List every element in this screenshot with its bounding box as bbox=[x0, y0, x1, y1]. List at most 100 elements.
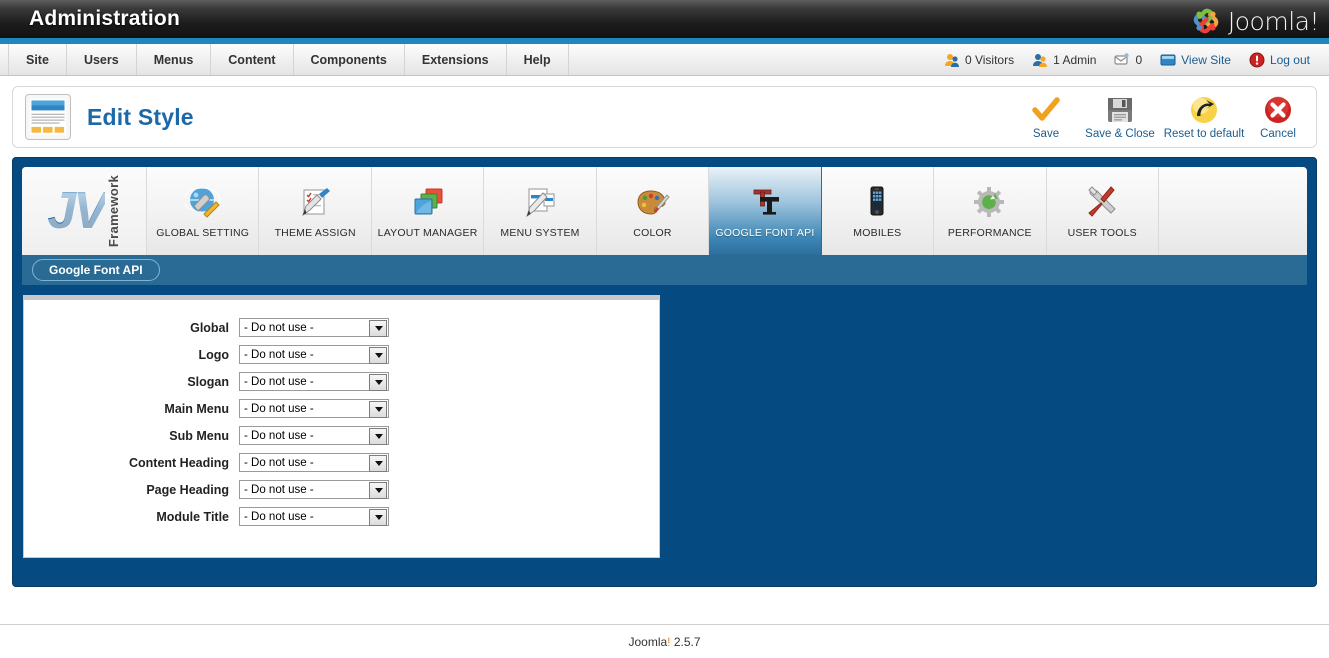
subtab-label: Google Font API bbox=[49, 263, 143, 277]
subtab-google-font-api[interactable]: Google Font API bbox=[32, 259, 160, 281]
tab-global-setting[interactable]: GLOBAL SETTING bbox=[147, 167, 260, 255]
status-bar-group: 0 Visitors 1 Admin 0 View Site Log out bbox=[937, 44, 1329, 75]
label-sub-menu: Sub Menu bbox=[169, 428, 229, 443]
field-global[interactable]: - Do not use - bbox=[239, 318, 389, 337]
typography-tt-icon bbox=[753, 189, 779, 215]
main-content-region: JV Framework GLOBAL SETTING THEME ASSIGN… bbox=[0, 148, 1329, 587]
menu-item-menus[interactable]: Menus bbox=[137, 44, 212, 75]
status-label: 0 Visitors bbox=[964, 52, 1015, 67]
field-logo[interactable]: - Do not use - bbox=[239, 345, 389, 364]
menu-label: Components bbox=[310, 52, 387, 67]
stacked-windows-icon bbox=[414, 188, 443, 214]
field-sub-menu[interactable]: - Do not use - bbox=[239, 426, 389, 445]
toolbar-label: Save & Close bbox=[1085, 128, 1155, 140]
menu-item-content[interactable]: Content bbox=[211, 44, 294, 75]
reset-arrow-icon bbox=[1191, 97, 1217, 123]
footer-product: Joomla bbox=[628, 634, 668, 649]
joomla-logo-icon bbox=[1193, 8, 1219, 34]
palette-brush-icon bbox=[637, 189, 671, 215]
label-module-title: Module Title bbox=[156, 509, 229, 524]
select-wrapper: - Do not use - bbox=[239, 399, 389, 419]
checklist-pen-icon bbox=[302, 187, 331, 216]
menu-items-group: Site Users Menus Content Components Exte… bbox=[0, 44, 569, 75]
tab-label: MENU SYSTEM bbox=[500, 226, 580, 239]
menu-item-help[interactable]: Help bbox=[507, 44, 569, 75]
sub-tab-bar: Google Font API bbox=[22, 255, 1307, 285]
joomla-wordmark: Joomla! bbox=[1227, 6, 1320, 36]
tab-color[interactable]: COLOR bbox=[597, 167, 710, 255]
footer-version-text: Joomla! 2.5.7 bbox=[628, 635, 700, 649]
menu-item-extensions[interactable]: Extensions bbox=[405, 44, 507, 75]
form-row: Page Heading - Do not use - bbox=[24, 476, 659, 503]
status-view-site[interactable]: View Site bbox=[1153, 52, 1238, 68]
status-logout[interactable]: Log out bbox=[1242, 52, 1317, 68]
menu-item-site[interactable]: Site bbox=[8, 44, 67, 75]
select-wrapper: - Do not use - bbox=[239, 318, 389, 338]
label-main-menu: Main Menu bbox=[164, 401, 229, 416]
globe-wrench-icon bbox=[184, 186, 221, 218]
template-preview-icon bbox=[25, 94, 71, 140]
menu-label: Extensions bbox=[421, 52, 489, 67]
framework-tab-strip: JV Framework GLOBAL SETTING THEME ASSIGN… bbox=[22, 167, 1307, 255]
floppy-disk-icon bbox=[1108, 98, 1132, 122]
title-bar: Edit Style Save Save & Close Reset to de… bbox=[12, 86, 1317, 148]
logout-icon bbox=[1249, 52, 1265, 67]
tab-performance[interactable]: PERFORMANCE bbox=[934, 167, 1047, 255]
menu-pencil-icon bbox=[526, 187, 555, 217]
cancel-button[interactable]: Cancel bbox=[1246, 92, 1310, 142]
label-logo: Logo bbox=[198, 347, 229, 362]
field-main-menu[interactable]: - Do not use - bbox=[239, 399, 389, 418]
jv-logo-subtext: Framework bbox=[105, 174, 121, 248]
jv-framework-panel: JV Framework GLOBAL SETTING THEME ASSIGN… bbox=[12, 157, 1317, 587]
tab-mobiles[interactable]: MOBILES bbox=[822, 167, 935, 255]
menu-label: Help bbox=[523, 52, 551, 67]
status-label: 0 bbox=[1135, 52, 1143, 67]
field-slogan[interactable]: - Do not use - bbox=[239, 372, 389, 391]
reset-to-default-button[interactable]: Reset to default bbox=[1162, 92, 1246, 142]
tab-theme-assign[interactable]: THEME ASSIGN bbox=[259, 167, 372, 255]
tab-google-font-api[interactable]: GOOGLE FONT API bbox=[709, 167, 822, 255]
title-bar-region: Edit Style Save Save & Close Reset to de… bbox=[0, 76, 1329, 148]
status-admins: 1 Admin bbox=[1025, 52, 1103, 68]
joomla-brand-logo: Joomla! bbox=[1189, 4, 1320, 38]
select-wrapper: - Do not use - bbox=[239, 480, 389, 500]
status-label: View Site bbox=[1181, 52, 1231, 67]
wrench-screwdriver-icon bbox=[1088, 185, 1116, 217]
tab-label: PERFORMANCE bbox=[947, 226, 1032, 239]
menu-label: Users bbox=[83, 52, 119, 67]
tab-user-tools[interactable]: USER TOOLS bbox=[1047, 167, 1159, 255]
status-label: Log out bbox=[1269, 52, 1310, 67]
toolbar-label: Reset to default bbox=[1163, 128, 1245, 140]
jv-logo-text: JV bbox=[47, 182, 108, 240]
select-wrapper: - Do not use - bbox=[239, 372, 389, 392]
top-header: Administration Joomla! bbox=[0, 0, 1329, 44]
menu-item-users[interactable]: Users bbox=[67, 44, 137, 75]
tab-label: GOOGLE FONT API bbox=[715, 226, 815, 239]
field-module-title[interactable]: - Do not use - bbox=[239, 507, 389, 526]
tab-menu-system[interactable]: MENU SYSTEM bbox=[484, 167, 597, 255]
label-slogan: Slogan bbox=[187, 374, 229, 389]
menu-label: Content bbox=[228, 52, 276, 67]
form-row: Sub Menu - Do not use - bbox=[24, 422, 659, 449]
save-and-close-button[interactable]: Save & Close bbox=[1078, 92, 1162, 142]
checkmark-icon bbox=[1032, 97, 1060, 121]
tab-label: THEME ASSIGN bbox=[274, 226, 356, 239]
label-global: Global bbox=[190, 320, 229, 335]
status-visitors: 0 Visitors bbox=[937, 52, 1021, 68]
select-wrapper: - Do not use - bbox=[239, 426, 389, 446]
page-title: Edit Style bbox=[87, 103, 194, 130]
menu-item-components[interactable]: Components bbox=[294, 44, 405, 75]
view-site-icon bbox=[1160, 54, 1176, 65]
field-content-heading[interactable]: - Do not use - bbox=[239, 453, 389, 472]
tab-layout-manager[interactable]: LAYOUT MANAGER bbox=[372, 167, 485, 255]
gear-refresh-icon bbox=[973, 186, 1004, 217]
form-row: Content Heading - Do not use - bbox=[24, 449, 659, 476]
page-footer: Joomla! 2.5.7 bbox=[0, 624, 1329, 658]
select-wrapper: - Do not use - bbox=[239, 345, 389, 365]
label-content-heading: Content Heading bbox=[129, 455, 229, 470]
status-messages[interactable]: 0 bbox=[1107, 52, 1149, 68]
save-button[interactable]: Save bbox=[1014, 92, 1078, 142]
status-label: 1 Admin bbox=[1053, 52, 1097, 67]
field-page-heading[interactable]: - Do not use - bbox=[239, 480, 389, 499]
tab-label: MOBILES bbox=[853, 226, 902, 239]
